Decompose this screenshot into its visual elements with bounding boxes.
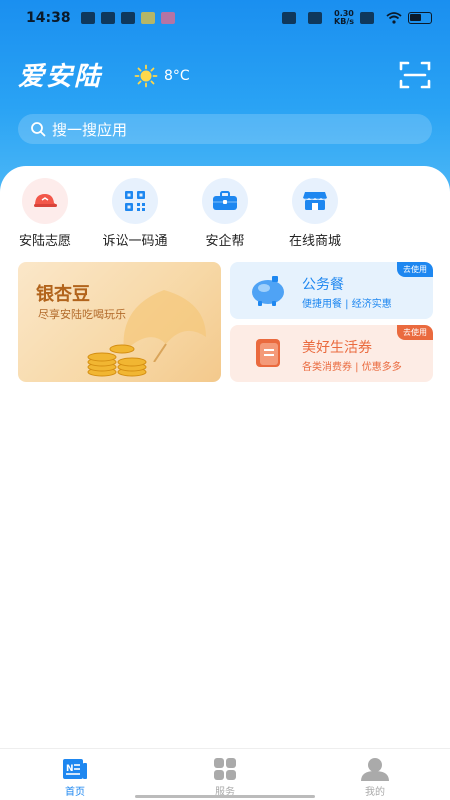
bottom-tab-bar: N 首页 服务 我的 xyxy=(0,748,450,800)
quick-entry-enterprise-help[interactable]: 安企帮 xyxy=(175,178,275,249)
promo-main-subtitle: 尽享安陆吃喝玩乐 xyxy=(38,308,126,321)
store-icon xyxy=(303,192,327,210)
volunteer-hat-icon xyxy=(34,194,57,207)
wifi-icon xyxy=(386,12,402,24)
tab-label: 首页 xyxy=(65,787,85,798)
quick-entry-label: 安企帮 xyxy=(205,234,245,249)
go-use-badge[interactable]: 去使用 xyxy=(397,262,433,277)
search-bar[interactable]: 搜一搜应用 xyxy=(18,114,432,144)
promo-card-life-coupons[interactable]: 美好生活券 各类消费券 | 优惠多多 去使用 xyxy=(230,325,433,382)
tab-services[interactable]: 服务 xyxy=(150,749,300,800)
promo-card-title: 美好生活券 xyxy=(302,340,372,356)
quick-entry-litigation-code[interactable]: 诉讼一码通 xyxy=(85,178,185,249)
briefcase-icon xyxy=(213,191,237,210)
app-brand-title: 爱安陆 xyxy=(18,62,103,92)
grid-icon xyxy=(214,758,236,780)
net-speed-unit: KB/s xyxy=(334,17,354,26)
svg-text:N: N xyxy=(66,764,74,774)
quick-entry-icon-wrap xyxy=(22,178,68,224)
status-right: 0.30 KB/s xyxy=(282,10,432,26)
app-notification-icon xyxy=(120,12,135,24)
promo-card-subtitle: 便捷用餐 | 经济实惠 xyxy=(302,299,392,310)
quick-entry-volunteer[interactable]: 安陆志愿 xyxy=(0,178,95,249)
quick-entry-label: 安陆志愿 xyxy=(18,234,71,249)
sun-icon xyxy=(134,64,158,88)
promo-card-ginkgo-beans[interactable]: 银杏豆 尽享安陆吃喝玩乐 xyxy=(18,262,221,382)
notification-icon xyxy=(100,12,115,24)
quick-entry-label: 诉讼一码通 xyxy=(102,234,168,249)
quick-entry-icon-wrap xyxy=(292,178,338,224)
tab-label: 我的 xyxy=(365,787,385,798)
vibrate-icon xyxy=(308,12,323,24)
pig-icon xyxy=(160,12,175,24)
gold-coins-icon xyxy=(87,344,147,377)
promo-card-title: 公务餐 xyxy=(302,277,344,293)
search-placeholder: 搜一搜应用 xyxy=(52,120,128,139)
battery-icon xyxy=(408,12,432,24)
go-use-badge[interactable]: 去使用 xyxy=(397,325,433,340)
qr-code-icon xyxy=(125,191,145,211)
search-icon xyxy=(31,122,46,137)
piggy-bank-icon xyxy=(252,276,284,306)
status-time: 14:38 xyxy=(26,10,71,26)
alarm-icon xyxy=(282,12,297,24)
home-indicator[interactable] xyxy=(135,795,315,798)
tab-home[interactable]: N 首页 xyxy=(0,749,150,800)
user-icon xyxy=(361,758,389,781)
message-icon xyxy=(140,12,155,24)
weather-temperature: 8°C xyxy=(164,68,190,84)
net-speed: 0.30 KB/s xyxy=(334,10,354,26)
tab-mine[interactable]: 我的 xyxy=(300,749,450,800)
quick-entry-label: 在线商城 xyxy=(288,234,341,249)
status-bar: 14:38 0.30 KB/s xyxy=(0,0,450,36)
weather-widget[interactable]: 8°C xyxy=(134,64,190,88)
scan-icon[interactable] xyxy=(399,60,431,90)
home-news-icon: N xyxy=(63,759,87,779)
promo-main-title: 银杏豆 xyxy=(36,284,90,305)
promo-card-subtitle: 各类消费券 | 优惠多多 xyxy=(302,362,402,373)
weibo-icon xyxy=(80,12,95,24)
quick-entry-icon-wrap xyxy=(112,178,158,224)
no-sim-icon xyxy=(360,12,374,24)
promo-card-official-meal[interactable]: 公务餐 便捷用餐 | 经济实惠 去使用 xyxy=(230,262,433,319)
quick-entry-icon-wrap xyxy=(202,178,248,224)
quick-entry-online-mall[interactable]: 在线商城 xyxy=(265,178,365,249)
coupon-book-icon xyxy=(256,339,280,367)
